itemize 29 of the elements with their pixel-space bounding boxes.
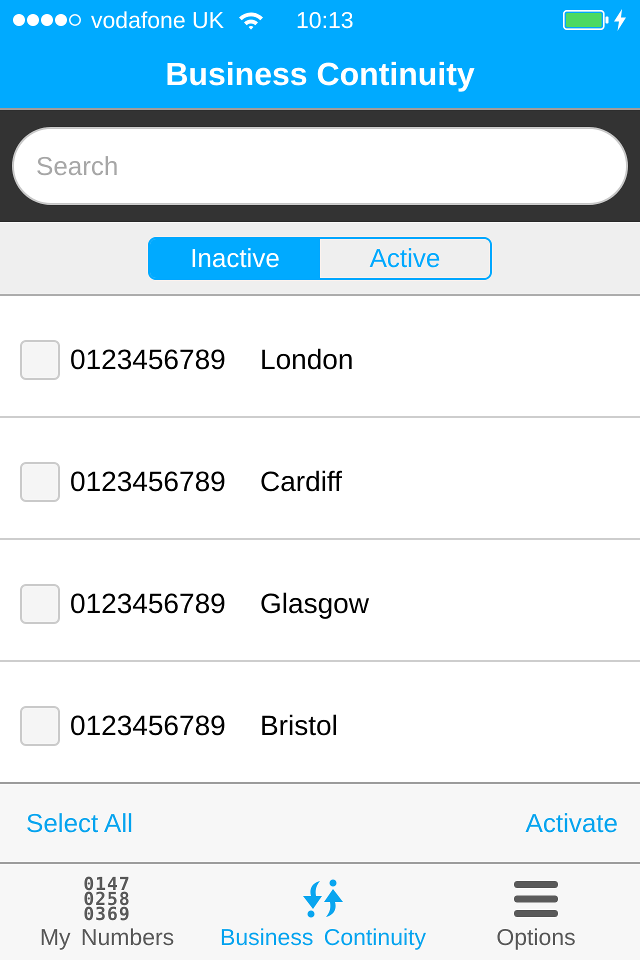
phone-number: 0123456789 [70,712,226,740]
charging-bolt-icon [614,9,626,31]
signal-dot-icon [27,14,39,26]
signal-dot-icon [55,14,67,26]
battery-icon [563,10,609,30]
swap-arrows-icon [300,879,346,919]
location-name: Glasgow [260,590,369,618]
signal-empty-dot-icon [69,14,81,26]
carrier-name: vodafone UK [91,8,224,32]
wifi-icon [238,10,264,30]
number-grid-label: 0147 0258 0369 [83,876,131,922]
signal-dot-icon [41,14,53,26]
search-field[interactable]: Search [12,127,628,205]
location-name: Bristol [260,712,338,740]
location-name: London [260,346,354,374]
checkbox[interactable] [20,340,60,380]
screen-title: Business Continuity [165,58,475,90]
phone-number: 0123456789 [70,346,226,374]
location-name: Cardiff [260,468,342,496]
tab-bar-item[interactable]: 0147 0258 0369 My Numbers [0,864,214,960]
phone-number: 0123456789 [70,590,226,618]
checkbox[interactable] [20,462,60,502]
signal-dot-icon [13,14,25,26]
checkbox[interactable] [20,584,60,624]
phone-number: 0123456789 [70,468,226,496]
tab-bar-item[interactable]: Options [432,864,640,960]
menu-icon [513,880,559,918]
status-time: 10:13 [296,8,354,32]
checkbox[interactable] [20,706,60,746]
